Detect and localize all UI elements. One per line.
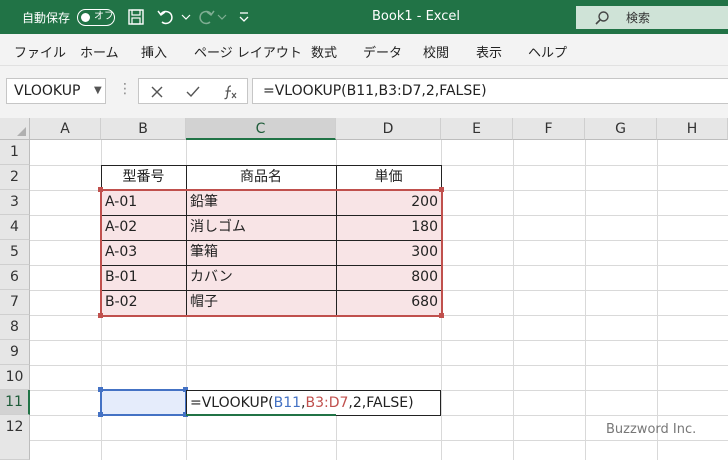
- gridline: [30, 340, 728, 341]
- cell-b7[interactable]: B-02: [105, 290, 137, 315]
- undo-icon[interactable]: [156, 7, 176, 27]
- tab-insert[interactable]: 挿入: [141, 42, 167, 61]
- column-header-d[interactable]: D: [336, 118, 441, 140]
- chevron-down-icon[interactable]: ▼: [94, 85, 102, 96]
- ribbon-tabs: ファイル ホーム 挿入 ページ レイアウト 数式 データ 校閲 表示 ヘルプ: [0, 34, 728, 66]
- toggle-label: オフ: [94, 11, 114, 22]
- search-box[interactable]: 検索: [576, 6, 728, 29]
- formula-input[interactable]: =VLOOKUP(B11,B3:D7,2,FALSE): [252, 78, 728, 104]
- tab-review[interactable]: 校閲: [423, 42, 449, 61]
- gridline: [30, 440, 728, 441]
- toggle-knob: [81, 12, 90, 22]
- formula-buttons: [138, 78, 248, 104]
- range-handle[interactable]: [439, 313, 444, 318]
- cell-b5[interactable]: A-03: [105, 240, 137, 265]
- cell-b6[interactable]: B-01: [105, 265, 137, 290]
- cell-c7[interactable]: 帽子: [190, 290, 218, 315]
- formula-rest: ,2,FALSE): [348, 395, 414, 411]
- name-box[interactable]: VLOOKUP ▼: [6, 78, 106, 104]
- formula-bar: VLOOKUP ▼ ⋮ =VLOOKUP(B11,B3:D7,2,FALSE): [0, 66, 728, 118]
- name-box-value: VLOOKUP: [14, 83, 81, 99]
- watermark: Buzzword Inc.: [606, 422, 697, 437]
- cell-d6[interactable]: 800: [336, 265, 438, 290]
- range-handle[interactable]: [98, 412, 103, 417]
- column-header-b[interactable]: B: [101, 118, 186, 140]
- select-all-button[interactable]: [0, 118, 30, 140]
- cell-b4[interactable]: A-02: [105, 215, 137, 240]
- row-header-10[interactable]: 10: [0, 365, 30, 390]
- cell-d4[interactable]: 180: [336, 215, 438, 240]
- tab-help[interactable]: ヘルプ: [528, 42, 567, 61]
- row-header-8[interactable]: 8: [0, 315, 30, 340]
- row-header-11[interactable]: 11: [0, 390, 30, 415]
- row-header-7[interactable]: 7: [0, 290, 30, 315]
- cancel-icon[interactable]: [149, 84, 165, 100]
- title-bar: 自動保存 オフ Book1 - Excel 検索: [0, 0, 728, 34]
- column-header-e[interactable]: E: [441, 118, 513, 140]
- row-header-9[interactable]: 9: [0, 340, 30, 365]
- tab-formulas[interactable]: 数式: [311, 42, 337, 61]
- undo-dropdown-icon[interactable]: [176, 7, 196, 27]
- gridline: [657, 140, 658, 460]
- tab-data[interactable]: データ: [363, 42, 402, 61]
- tab-file[interactable]: ファイル: [14, 42, 66, 61]
- range-handle[interactable]: [98, 313, 103, 318]
- cell-c5[interactable]: 筆箱: [190, 240, 218, 265]
- column-header-f[interactable]: F: [513, 118, 585, 140]
- worksheet-grid[interactable]: A B C D E F G H 1 2 3 4 5 6 7 8 9 10 11 …: [0, 118, 728, 460]
- active-cell-indicator: [186, 414, 336, 416]
- redo-dropdown-icon[interactable]: [212, 7, 232, 27]
- column-header-a[interactable]: A: [30, 118, 101, 140]
- gridline: [30, 365, 728, 366]
- column-header-h[interactable]: H: [657, 118, 728, 140]
- cell-b3[interactable]: A-01: [105, 190, 137, 215]
- gridline: [513, 140, 514, 460]
- table-header-part-no[interactable]: 型番号: [101, 165, 186, 190]
- row-header-6[interactable]: 6: [0, 265, 30, 290]
- cell-d3[interactable]: 200: [336, 190, 438, 215]
- range-handle[interactable]: [98, 387, 103, 392]
- formula-ref-b11: B11: [273, 395, 302, 411]
- more-icon: ⋮: [118, 81, 132, 97]
- tab-page-layout[interactable]: ページ レイアウト: [194, 42, 302, 61]
- document-title: Book1 - Excel: [372, 9, 461, 24]
- column-header-c[interactable]: C: [186, 118, 336, 140]
- cell-c3[interactable]: 鉛筆: [190, 190, 218, 215]
- save-icon[interactable]: [126, 7, 146, 27]
- row-header-2[interactable]: 2: [0, 165, 30, 190]
- autosave-label: 自動保存: [22, 11, 71, 25]
- row-header-1[interactable]: 1: [0, 140, 30, 165]
- search-icon: [595, 11, 609, 25]
- cell-d5[interactable]: 300: [336, 240, 438, 265]
- row-header-12[interactable]: 12: [0, 415, 30, 460]
- table-header-product-name[interactable]: 商品名: [186, 165, 336, 190]
- cell-c11-editor[interactable]: =VLOOKUP(B11,B3:D7,2,FALSE): [186, 390, 441, 416]
- formula-text: =VLOOKUP(B11,B3:D7,2,FALSE): [263, 83, 487, 99]
- cell-d7[interactable]: 680: [336, 290, 438, 315]
- customize-toolbar-icon[interactable]: [234, 7, 254, 27]
- cell-c4[interactable]: 消しゴム: [190, 215, 246, 240]
- cell-c6[interactable]: カバン: [190, 265, 233, 290]
- formula-ref-range: B3:D7: [305, 395, 349, 411]
- cell-c11-formula: =VLOOKUP(B11,B3:D7,2,FALSE): [190, 391, 414, 415]
- gridline: [585, 140, 586, 460]
- column-header-g[interactable]: G: [585, 118, 657, 140]
- autosave-toggle[interactable]: オフ: [77, 9, 115, 26]
- tab-home[interactable]: ホーム: [80, 42, 119, 61]
- row-header-4[interactable]: 4: [0, 215, 30, 240]
- search-label: 検索: [626, 11, 651, 25]
- cell-b11[interactable]: [100, 389, 187, 416]
- row-header-5[interactable]: 5: [0, 240, 30, 265]
- table-header-price[interactable]: 単価: [336, 165, 441, 190]
- enter-icon[interactable]: [185, 84, 201, 100]
- insert-function-icon[interactable]: [221, 83, 239, 101]
- row-header-3[interactable]: 3: [0, 190, 30, 215]
- tab-view[interactable]: 表示: [476, 42, 502, 61]
- formula-func: =VLOOKUP(: [190, 395, 274, 411]
